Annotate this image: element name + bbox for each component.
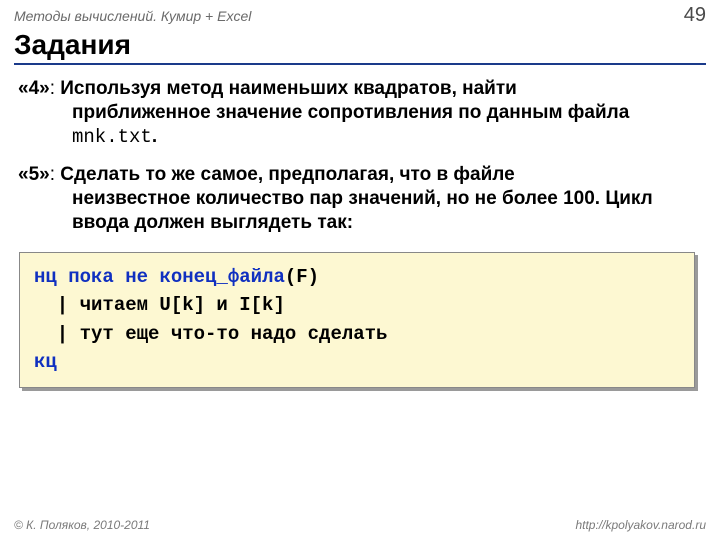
kw-ne: не	[125, 266, 148, 288]
footer: © К. Поляков, 2010-2011 http://kpolyakov…	[0, 518, 720, 532]
task-5: «5»: Сделать то же самое, предполагая, ч…	[0, 163, 720, 248]
task-5-sep: :	[50, 164, 61, 185]
task-4-sep: :	[50, 78, 61, 99]
kw-nc: нц	[34, 266, 57, 288]
page-number: 49	[684, 4, 706, 27]
header-title: Методы вычислений. Кумир + Excel	[14, 8, 251, 24]
page-title: Задания	[0, 29, 720, 63]
footer-copyright: © К. Поляков, 2010-2011	[14, 518, 150, 532]
footer-url: http://kpolyakov.narod.ru	[575, 518, 706, 532]
task-5-badge: «5»	[18, 164, 50, 185]
code-arg: (F)	[285, 266, 319, 288]
task-4-badge: «4»	[18, 78, 50, 99]
title-underline	[14, 63, 706, 65]
code-block: нц пока не конец_файла(F) | читаем U[k] …	[19, 252, 695, 388]
code-comment-2: | тут еще что-то надо сделать	[34, 323, 387, 345]
task-4: «4»: Используя метод наименьших квадрато…	[0, 77, 720, 163]
code-block-shadow: нц пока не конец_файла(F) | читаем U[k] …	[22, 255, 698, 391]
task-4-dot: .	[152, 126, 157, 147]
header: Методы вычислений. Кумир + Excel 49	[0, 0, 720, 29]
code-fn: конец_файла	[159, 266, 284, 288]
task-4-l2a: приближенное значение сопротивления по д…	[72, 102, 629, 123]
kw-poka: пока	[57, 266, 125, 288]
task-4-filename: mnk.txt	[72, 126, 152, 148]
task-5-l2: неизвестное количество пар значений, но …	[72, 188, 653, 233]
task-4-l1: Используя метод наименьших квадратов, на…	[60, 78, 517, 99]
code-comment-1: | читаем U[k] и I[k]	[34, 294, 285, 316]
task-5-l1: Сделать то же самое, предполагая, что в …	[60, 164, 514, 185]
code-sp	[148, 266, 159, 288]
kw-kc: кц	[34, 351, 57, 373]
